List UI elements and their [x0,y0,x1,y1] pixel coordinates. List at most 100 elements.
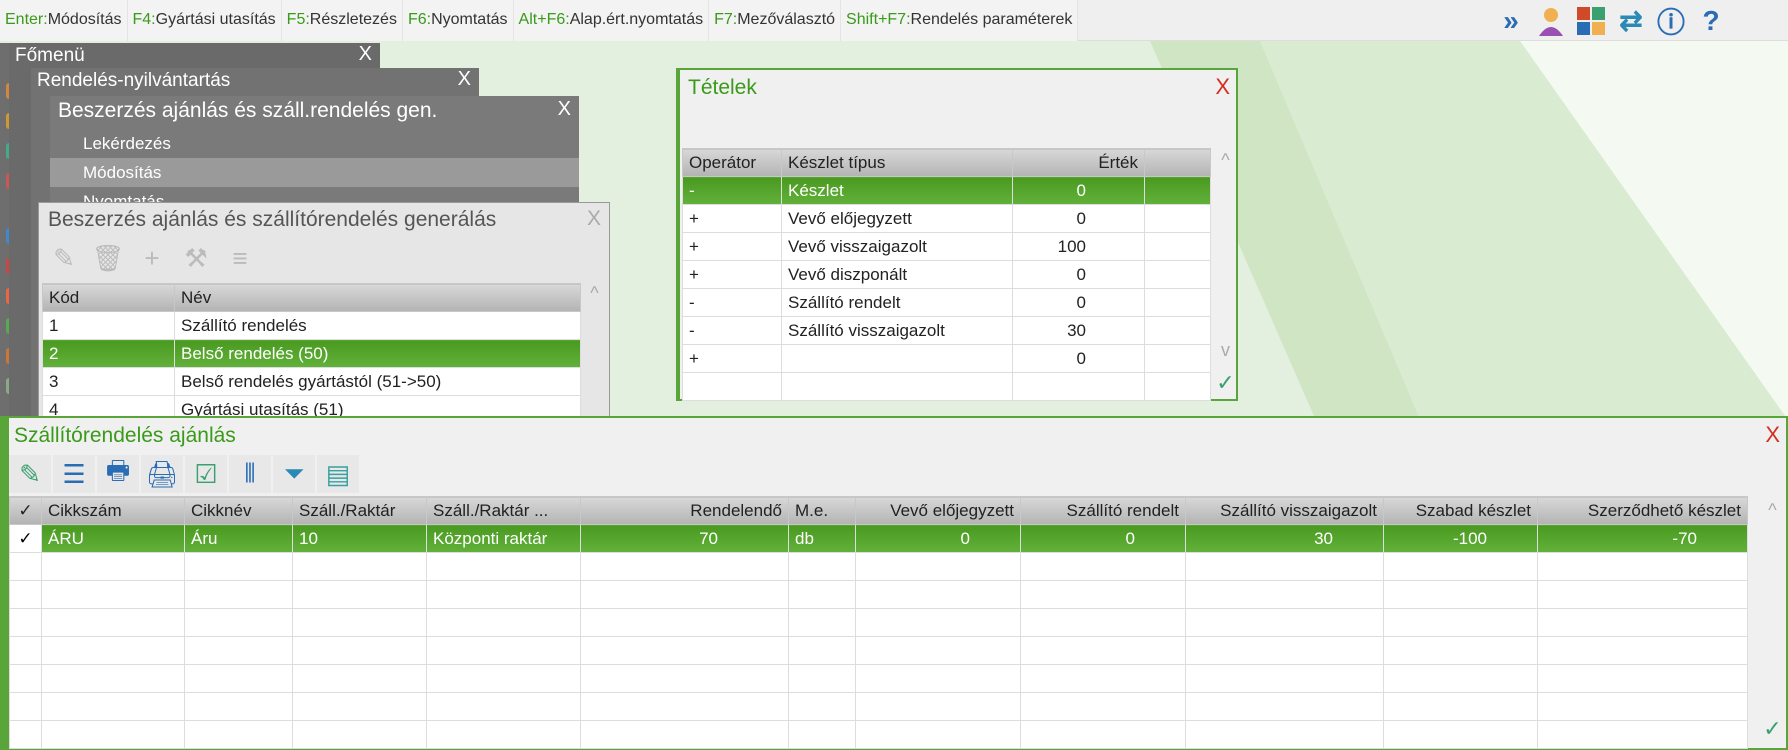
table-row[interactable] [9,608,1748,637]
edit-icon[interactable]: ✎ [43,239,85,277]
column-header[interactable]: Száll./Raktár ... [426,496,581,525]
table-row[interactable] [9,552,1748,581]
shortcut-shift-f7[interactable]: Shift+F7: Rendelés paraméterek [841,0,1079,41]
apps-grid-icon[interactable] [1574,4,1608,38]
column-header[interactable]: Szerződhető készlet [1537,496,1748,525]
close-button[interactable]: X [359,43,372,66]
row-checkbox[interactable] [9,580,42,609]
table-row[interactable] [9,580,1748,609]
chevrons-right-icon[interactable]: » [1494,4,1528,38]
row-checkbox[interactable] [9,720,42,749]
filter-icon[interactable]: ⏷ [273,455,315,493]
shortcut-f6[interactable]: F6: Nyomtatás [402,0,514,41]
column-header[interactable]: Érték [1012,148,1145,177]
checklist-icon[interactable]: ☑ [185,455,227,493]
table-row[interactable]: + Vevő visszaigazolt 100 [682,232,1211,261]
cell: 0 [1020,524,1186,553]
row-checkbox[interactable] [9,664,42,693]
menu-item-lekerdezes[interactable]: Lekérdezés [50,129,579,158]
close-button[interactable]: X [558,98,571,121]
shortcut-f4[interactable]: F4: Gyártási utasítás [127,0,282,41]
user-icon[interactable] [1534,4,1568,38]
column-header[interactable]: Szabad készlet [1383,496,1538,525]
table-row[interactable]: 1 Szállító rendelés [42,311,581,340]
row-checkbox[interactable] [9,692,42,721]
row-checkbox[interactable] [9,636,42,665]
label: Nyomtatás [431,11,508,28]
column-header[interactable]: Szállító visszaigazolt [1185,496,1384,525]
column-header[interactable]: Készlet típus [781,148,1013,177]
shortcut-f7[interactable]: F7: Mezőválasztó [709,0,842,41]
select-all-checkbox[interactable]: ✓ [9,496,42,525]
window-title: Tételek [688,76,757,99]
confirm-check-icon[interactable]: ✓ [1760,716,1785,742]
table-row[interactable]: + Vevő diszponált 0 [682,260,1211,289]
column-header[interactable]: Vevő előjegyzett [855,496,1021,525]
table-row[interactable] [9,664,1748,693]
cell [1383,552,1538,581]
panel-title: Főmenü [15,45,85,66]
confirm-check-icon[interactable]: ✓ [1213,370,1238,396]
tools-icon[interactable]: ⚒ [175,239,217,277]
table-row[interactable]: + Vevő előjegyzett 0 [682,204,1211,233]
column-header[interactable]: Operátor [682,148,782,177]
scroll-up-button[interactable]: ^ [582,283,607,304]
table-row-selected[interactable]: - Készlet 0 [682,176,1211,205]
edit-icon[interactable]: ✎ [9,455,51,493]
close-button[interactable]: X [1765,422,1780,448]
column-header[interactable]: Szállító rendelt [1020,496,1186,525]
close-button[interactable]: X [1215,74,1230,100]
table-row[interactable]: 3 Belső rendelés gyártástól (51->50) [42,367,581,396]
table-row[interactable]: - Szállító visszaigazolt 30 [682,316,1211,345]
table-row[interactable]: - Szállító rendelt 0 [682,288,1211,317]
table-row-selected[interactable]: ✓ ÁRU Áru 10 Központi raktár 70 db 0 0 30 -100 -70 [9,524,1748,553]
cell [184,636,293,665]
column-header[interactable]: Cikknév [184,496,293,525]
row-checkbox[interactable]: ✓ [9,524,42,553]
label: Alap.ért.nyomtatás [569,11,704,28]
row-checkbox[interactable] [9,608,42,637]
info-icon[interactable]: ⓘ [1654,4,1688,38]
table-row[interactable] [9,720,1748,749]
switch-arrows-icon[interactable]: ⇄ [1614,4,1648,38]
table-row[interactable] [9,692,1748,721]
key: F7: [714,11,738,28]
print-preview-icon[interactable]: 🖨 [141,455,183,493]
table-row[interactable]: +0 [682,344,1211,373]
shortcut-f5[interactable]: F5: Részletezés [281,0,403,41]
print-icon[interactable]: 🖶 [97,455,139,493]
key: Enter: [5,11,48,28]
row-checkbox[interactable] [9,552,42,581]
column-header[interactable]: Cikkszám [41,496,185,525]
column-header[interactable]: Kód [42,283,175,312]
shortcut-alt-f6[interactable]: Alt+F6: Alap.ért.nyomtatás [513,0,710,41]
trash-icon[interactable]: 🗑 [87,239,129,277]
help-icon[interactable]: ? [1694,4,1728,38]
column-header[interactable]: Száll./Raktár [292,496,427,525]
scroll-up-button[interactable]: ^ [1760,500,1785,521]
cell [1020,636,1186,665]
add-icon[interactable]: + [131,239,173,277]
cell [1144,204,1211,233]
column-header[interactable]: Rendelendő [580,496,789,525]
cell [781,372,1013,401]
close-button[interactable]: X [458,68,471,91]
column-header[interactable]: Név [174,283,581,312]
cell [1185,552,1384,581]
menu-lines-icon[interactable]: ☰ [53,455,95,493]
cell [292,692,427,721]
table-row-selected[interactable]: 2 Belső rendelés (50) [42,339,581,368]
close-button[interactable]: X [587,207,601,231]
scroll-up-button[interactable]: ^ [1213,150,1238,171]
column-header[interactable]: M.e. [788,496,856,525]
document-icon[interactable]: ▤ [317,455,359,493]
cell [580,692,789,721]
columns-icon[interactable]: ⦀ [229,455,271,493]
table-row[interactable] [9,636,1748,665]
menu-item-modositas[interactable]: Módosítás [50,158,579,187]
table-row[interactable] [682,372,1211,401]
scroll-down-button[interactable]: v [1213,340,1238,361]
cell [1537,552,1748,581]
list-icon[interactable]: ≡ [219,239,261,277]
shortcut-enter[interactable]: Enter: Módosítás [0,0,128,41]
